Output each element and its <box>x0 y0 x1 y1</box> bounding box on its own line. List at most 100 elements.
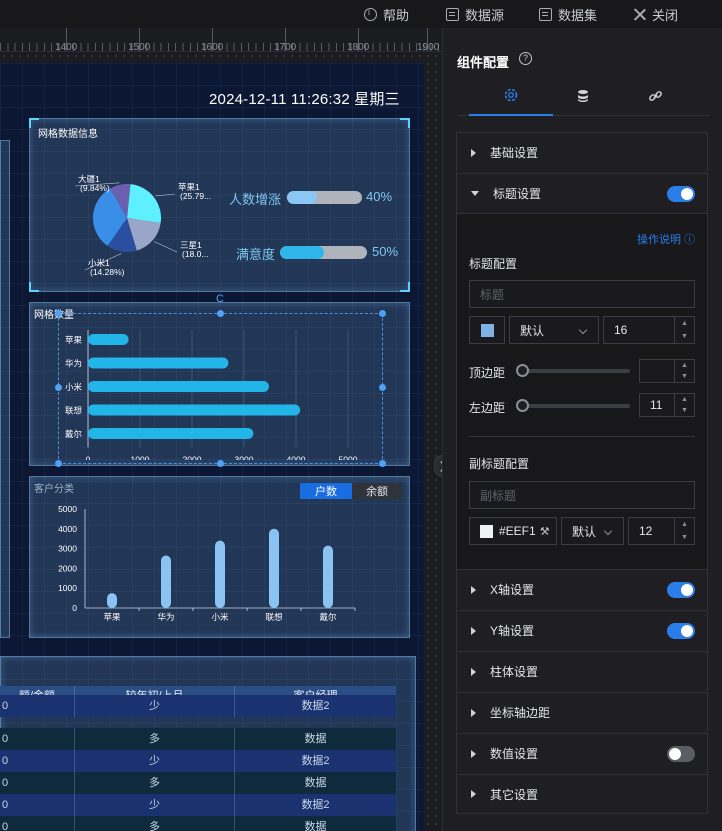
caret-right-icon <box>471 749 476 758</box>
help-button[interactable]: 帮助 <box>364 5 409 24</box>
panel-corner <box>29 282 39 292</box>
pie-leader-line <box>155 193 176 197</box>
caret-right-icon <box>471 790 476 798</box>
section-yaxis-settings[interactable]: Y轴设置 <box>456 610 708 650</box>
resize-handle-t[interactable] <box>217 310 224 317</box>
table-row[interactable]: 0 少 数据2 <box>0 750 396 772</box>
left-margin-slider[interactable] <box>516 399 630 412</box>
tab-balance[interactable]: 余额 <box>352 483 402 499</box>
subtitle-config-label: 副标题配置 <box>469 457 530 471</box>
progress-bar-satisfaction <box>280 246 367 259</box>
subtitle-color-picker[interactable]: #EEF1 ⚒ <box>469 517 557 545</box>
help-label: 帮助 <box>383 8 410 23</box>
stepper-arrows-icon[interactable]: ▲ ▼ <box>674 360 694 382</box>
section-basic-settings[interactable]: 基础设置 <box>456 132 708 172</box>
table-row[interactable]: 0 少 数据2 <box>0 695 396 717</box>
operation-guide-link[interactable]: 操作说明 ⓘ <box>637 231 695 247</box>
value-toggle[interactable] <box>667 746 695 762</box>
selection-box[interactable] <box>58 313 383 464</box>
table-cell: 多 <box>75 816 235 831</box>
table-row[interactable]: 0 多 数据 <box>0 728 396 750</box>
datetime-display: 2024-12-11 11:26:32 星期三 <box>209 91 400 108</box>
left-margin-value: 11 <box>650 398 663 412</box>
title-font-select[interactable]: 默认 <box>509 316 599 344</box>
bar <box>161 555 171 608</box>
section-bar-settings[interactable]: 柱体设置 <box>456 651 708 691</box>
progress-label-growth: 人数增涨 <box>229 192 282 207</box>
datasource-button[interactable]: 数据源 <box>446 5 504 24</box>
chevron-down-icon <box>603 526 613 536</box>
section-title-settings[interactable]: 标题设置 <box>456 173 708 213</box>
table-cell: 多 <box>75 728 235 750</box>
bar <box>107 593 117 608</box>
section-axis-margin[interactable]: 坐标轴边距 <box>456 692 708 732</box>
caret-down-icon <box>471 191 479 196</box>
color-swatch <box>480 524 493 538</box>
pie-value-label: (18.0... <box>182 249 208 259</box>
tab-link-settings[interactable] <box>613 76 697 116</box>
close-button[interactable]: 关闭 <box>633 5 678 24</box>
rotate-handle[interactable]: C <box>216 293 224 305</box>
x-tick-label: 戴尔 <box>319 612 337 622</box>
dataset-button[interactable]: 数据集 <box>539 5 597 24</box>
resize-handle-tr[interactable] <box>379 310 386 317</box>
slider-handle[interactable] <box>516 399 529 412</box>
table-cell: 数据2 <box>301 700 330 712</box>
y-tick-label: 2000 <box>58 563 77 573</box>
close-label: 关闭 <box>652 8 679 23</box>
left-panel-edge[interactable] <box>0 140 10 638</box>
subtitle-color-value: #EEF1 <box>499 524 536 538</box>
table-row[interactable]: 0 少 数据2 <box>0 794 396 816</box>
title-input[interactable]: 标题 <box>469 280 695 308</box>
resize-handle-tl[interactable] <box>55 310 62 317</box>
resize-handle-b[interactable] <box>217 460 224 467</box>
bar <box>215 540 225 608</box>
toggle-knob <box>681 188 693 200</box>
title-input-placeholder: 标题 <box>480 287 505 302</box>
resize-handle-l[interactable] <box>55 384 62 391</box>
subtitle-font-select[interactable]: 默认 <box>561 517 624 545</box>
subtitle-input[interactable]: 副标题 <box>469 481 695 509</box>
question-icon[interactable]: ? <box>519 52 532 65</box>
resize-handle-bl[interactable] <box>55 460 62 467</box>
paint-bucket-icon[interactable]: ⚒ <box>540 525 550 538</box>
table-cell: 少 <box>75 695 235 717</box>
section-value-settings[interactable]: 数值设置 <box>456 733 708 773</box>
toggle-knob <box>669 748 681 760</box>
slider-handle[interactable] <box>516 364 529 377</box>
table-cell: 数据2 <box>301 799 330 811</box>
table-row[interactable]: 0 多 数据 <box>0 772 396 794</box>
resize-handle-r[interactable] <box>379 384 386 391</box>
help-icon <box>364 7 377 21</box>
stepper-arrows-icon[interactable]: ▲ ▼ <box>674 317 694 343</box>
top-margin-slider[interactable] <box>516 364 630 377</box>
caret-right-icon <box>471 148 476 157</box>
stepper-arrows-icon[interactable]: ▲ ▼ <box>674 518 694 544</box>
section-xaxis-settings[interactable]: X轴设置 <box>456 569 708 609</box>
xaxis-toggle[interactable] <box>667 582 695 598</box>
pie-value-label: (14.28%) <box>90 267 125 277</box>
resize-handle-br[interactable] <box>379 460 386 467</box>
table-cell: 数据2 <box>301 755 330 767</box>
top-margin-stepper[interactable]: ▲ ▼ <box>639 359 695 383</box>
subtitle-size-stepper[interactable]: 12 ▲ ▼ <box>628 517 695 545</box>
yaxis-toggle[interactable] <box>667 623 695 639</box>
caret-right-icon <box>471 626 476 635</box>
subtitle-font-value: 默认 <box>572 524 597 539</box>
tab-households[interactable]: 户数 <box>300 483 352 499</box>
title-color-picker[interactable] <box>469 316 505 344</box>
x-tick-label: 华为 <box>157 612 174 622</box>
section-other-settings[interactable]: 其它设置 <box>456 774 708 814</box>
y-tick-label: 5000 <box>58 504 77 514</box>
left-margin-stepper[interactable]: 11 ▲ ▼ <box>639 393 695 417</box>
link-icon <box>648 90 662 101</box>
progress-label-satisfaction: 满意度 <box>236 247 276 262</box>
title-config-label: 标题配置 <box>469 257 518 271</box>
config-tabs <box>457 76 709 116</box>
table-row[interactable]: 0 多 数据 <box>0 816 396 831</box>
x-tick-label: 小米 <box>211 612 229 622</box>
top-margin-label: 顶边距 <box>469 366 506 380</box>
title-toggle[interactable] <box>667 186 695 202</box>
title-size-stepper[interactable]: 16 ▲ ▼ <box>603 316 695 344</box>
stepper-arrows-icon[interactable]: ▲ ▼ <box>674 394 694 416</box>
